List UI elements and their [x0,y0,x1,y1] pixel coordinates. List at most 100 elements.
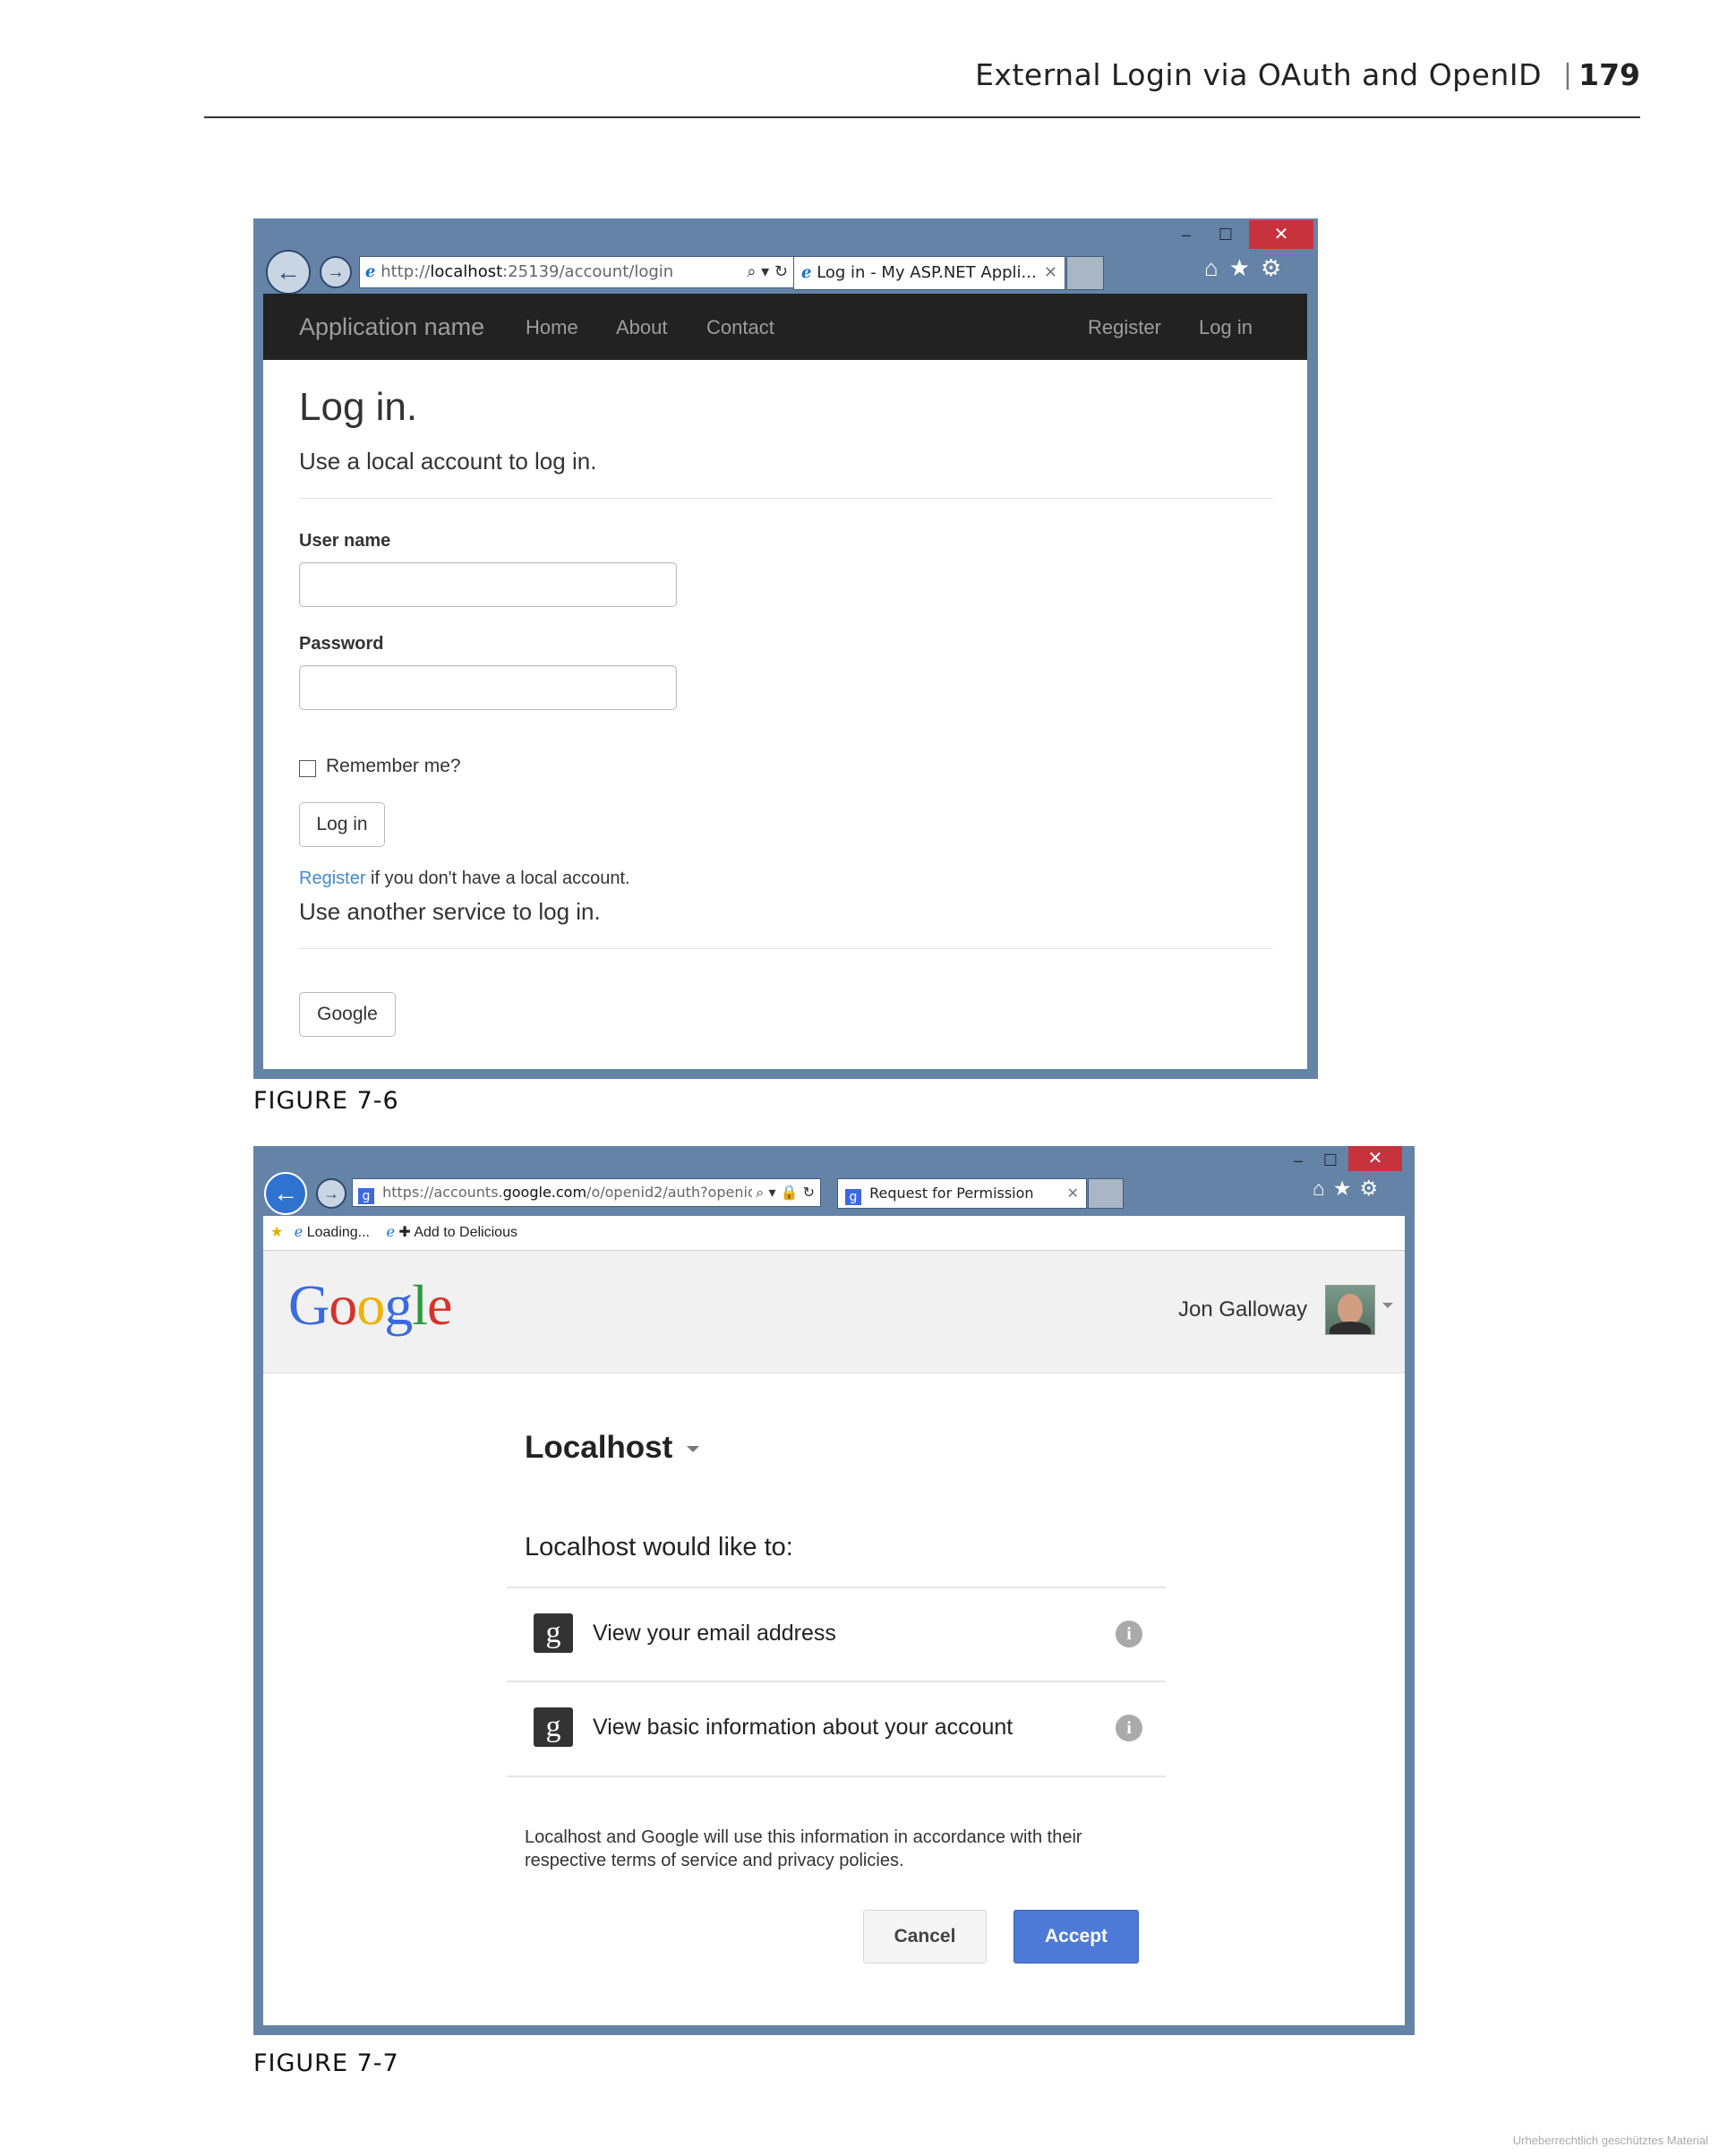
tab-close-icon[interactable]: ✕ [1067,1179,1079,1208]
back-button[interactable]: ← [264,1172,307,1215]
register-link[interactable]: Register [299,868,365,888]
url-host: google.com [502,1184,587,1201]
browser-tab-active[interactable]: g Request for Permission ✕ [837,1178,1087,1209]
logo-letter: g [384,1273,413,1337]
address-bar-icons[interactable]: ⌕ ▾ 🔒 ↻ [752,1179,815,1206]
url-path: :25139/account/login [502,262,674,281]
nav-home-link[interactable]: Home [526,316,578,339]
logo-letter: l [412,1273,428,1337]
app-title-text: Localhost [525,1430,673,1465]
tab-close-icon[interactable]: ✕ [1044,257,1057,289]
avatar[interactable] [1325,1285,1375,1335]
logo-letter: o [356,1273,385,1337]
remember-me-checkbox[interactable] [299,760,316,777]
permission-row-email: g View your email address i [507,1587,1166,1681]
tab-title: Log in - My ASP.NET Appli... [817,263,1037,282]
page-header: External Login via OAuth and OpenID | 17… [204,54,1640,118]
account-dropdown-icon[interactable] [1382,1303,1393,1308]
terms-notice-line-2: respective terms of service and privacy … [525,1851,904,1870]
google-header-bar: Google Jon Galloway [263,1251,1405,1373]
permission-request-heading: Localhost would like to: [525,1533,793,1561]
tab-title: Request for Permission [869,1185,1034,1202]
google-tab-icon: g [845,1189,861,1205]
figure-7-6-browser-window: – ☐ ✕ ← → ℯ http://localhost:25139/accou… [253,218,1318,1079]
figure-7-7-caption: FIGURE 7-7 [253,2049,399,2077]
browser-toolbar-icons[interactable]: ⌂★⚙ [1313,1176,1386,1201]
url-path: /o/openid2/auth?openid.n [586,1184,771,1201]
url-host: localhost [430,262,503,281]
maximize-button[interactable]: ☐ [1205,220,1246,249]
divider [299,498,1273,499]
favorite-loading[interactable]: ℯ Loading... [295,1225,370,1240]
cancel-button[interactable]: Cancel [863,1910,987,1964]
remember-me-label: Remember me? [326,756,461,776]
chapter-section-title: External Login via OAuth and OpenID [975,57,1542,92]
google-login-button[interactable]: Google [299,992,396,1037]
password-input[interactable] [299,665,677,710]
chevron-down-icon [687,1446,700,1453]
favorites-star-icon[interactable]: ★ [270,1225,283,1240]
logo-letter: e [427,1273,452,1337]
favorite-delicious[interactable]: ℯ ✚ Add to Delicious [386,1225,517,1240]
local-account-subheading: Use a local account to log in. [299,448,597,475]
url-prefix: https://accounts. [382,1184,503,1201]
terms-notice-line-1: Localhost and Google will use this infor… [525,1827,1082,1847]
account-name[interactable]: Jon Galloway [1178,1297,1307,1322]
app-title[interactable]: Localhost [525,1430,700,1466]
address-bar[interactable]: g https://accounts.google.com/o/openid2/… [352,1178,821,1207]
maximize-button[interactable]: ☐ [1310,1146,1351,1175]
avatar-shoulders [1330,1322,1371,1334]
brand-link[interactable]: Application name [299,313,484,341]
address-bar-icons[interactable]: ⌕ ▾ ↻ [747,257,788,287]
google-plus-icon: g [534,1613,573,1653]
browser-toolbar-icons[interactable]: ⌂★⚙ [1204,254,1292,282]
google-logo: Google [288,1272,452,1339]
page-number: 179 [1578,57,1640,92]
avatar-face [1338,1294,1363,1324]
register-hint-text: if you don't have a local account. [365,868,630,888]
ie-page-icon: ℯ [365,262,376,281]
password-label: Password [299,634,384,654]
info-icon[interactable]: i [1116,1715,1142,1741]
close-window-button[interactable]: ✕ [1249,220,1313,249]
page-title: Log in. [299,385,418,429]
ie-tab-icon: ℯ [801,263,812,282]
nav-contact-link[interactable]: Contact [706,316,774,339]
browser-tab-active[interactable]: ℯ Log in - My ASP.NET Appli... ✕ [793,256,1065,290]
header-separator: | [1562,59,1572,90]
page-viewport: Google Jon Galloway Localhost Localhost … [263,1251,1405,2025]
login-submit-button[interactable]: Log in [299,802,385,847]
new-tab-button[interactable] [1066,256,1104,290]
terms-notice: Localhost and Google will use this infor… [525,1826,1082,1872]
permission-email-text: View your email address [593,1621,836,1646]
watermark: Urheberrechtlich geschütztes Material [1512,2134,1708,2147]
accept-button[interactable]: Accept [1013,1910,1139,1964]
nav-register-link[interactable]: Register [1088,316,1161,339]
address-bar[interactable]: ℯ http://localhost:25139/account/login ⌕… [359,256,796,288]
permission-row-basic-info: g View basic information about your acco… [507,1681,1166,1777]
figure-7-7-browser-window: – ☐ ✕ ← → g https://accounts.google.com/… [253,1146,1415,2035]
url-prefix: http:// [381,262,431,281]
favorites-bar: ★ ℯ Loading... ℯ ✚ Add to Delicious [263,1216,1405,1251]
back-button[interactable]: ← [266,250,311,295]
username-label: User name [299,531,391,551]
new-tab-button[interactable] [1088,1178,1124,1209]
page-icon: ℯ [294,1225,304,1240]
permission-basic-info-text: View basic information about your accoun… [593,1715,1013,1740]
page-icon: ℯ [386,1225,395,1240]
nav-about-link[interactable]: About [616,316,668,339]
google-favicon: g [358,1188,374,1204]
divider-2 [299,948,1273,949]
page-viewport: Application name Home About Contact Regi… [263,294,1307,1069]
figure-7-6-caption: FIGURE 7-6 [253,1087,399,1115]
nav-login-link[interactable]: Log in [1199,316,1253,339]
minimize-button[interactable]: – [1166,220,1207,249]
google-plus-icon: g [534,1707,573,1747]
close-window-button[interactable]: ✕ [1348,1146,1402,1171]
info-icon[interactable]: i [1116,1621,1142,1647]
forward-button[interactable]: → [316,1178,346,1209]
username-input[interactable] [299,562,677,607]
site-navbar: Application name Home About Contact Regi… [263,294,1307,360]
forward-button[interactable]: → [320,256,352,288]
logo-letter: G [288,1273,329,1337]
